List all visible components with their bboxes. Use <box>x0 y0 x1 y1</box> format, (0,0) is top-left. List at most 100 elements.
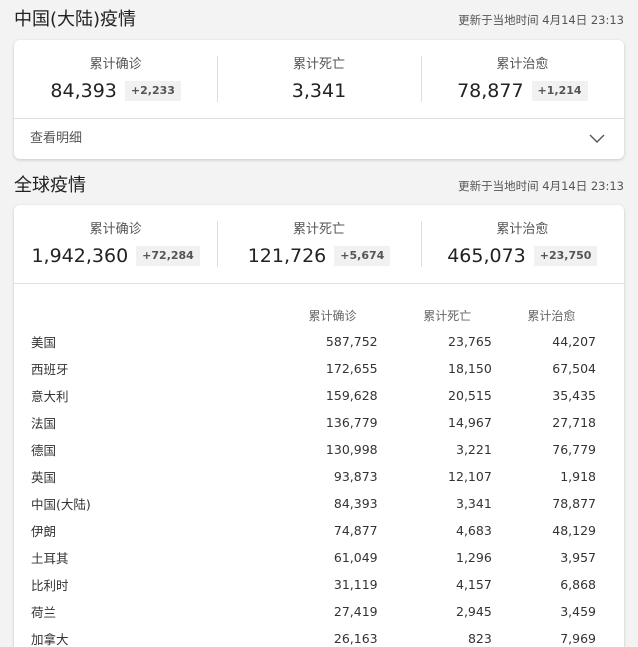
stat-value-line: 465,073 +23,750 <box>421 243 624 269</box>
confirmed-count: 587,752 <box>325 334 378 349</box>
deaths-count: 18,150 <box>448 361 492 376</box>
confirmed-count: 84,393 <box>333 496 378 511</box>
confirmed-count: 61,049 <box>333 550 378 565</box>
country-name: 伊朗 <box>31 524 57 539</box>
table-header-row: 累计确诊 累计死亡 累计治愈 <box>30 302 610 328</box>
global-stat-recovered: 累计治愈 465,073 +23,750 <box>420 205 624 283</box>
stat-delta: +2,233 <box>124 81 181 101</box>
table-row: 伊朗 74,877 4,683 48,129 <box>30 517 610 544</box>
table-row: 英国 93,873 12,107 1,918 <box>30 463 610 490</box>
recovered-count: 6,868 <box>560 577 596 592</box>
confirmed-count: 74,877 <box>333 523 378 538</box>
stat-label: 累计确诊 <box>89 222 142 237</box>
recovered-count: 76,779 <box>552 442 596 457</box>
global-title: 全球疫情 <box>14 175 86 196</box>
country-table: 累计确诊 累计死亡 累计治愈 美国 587,752 23,765 44,207 西班牙 1… <box>30 302 610 647</box>
country-name: 比利时 <box>31 578 69 593</box>
stat-delta: +72,284 <box>136 246 200 266</box>
chevron-down-icon <box>589 134 605 143</box>
confirmed-count: 31,119 <box>333 577 378 592</box>
deaths-count: 20,515 <box>448 388 492 403</box>
table-row: 比利时 31,119 4,157 6,868 <box>30 571 610 598</box>
confirmed-count: 130,998 <box>325 442 378 457</box>
recovered-count: 27,718 <box>552 415 596 430</box>
view-details-toggle[interactable]: 查看明细 <box>14 119 624 159</box>
stat-label: 累计死亡 <box>292 222 345 237</box>
stat-value: 84,393 <box>50 80 117 102</box>
confirmed-count: 159,628 <box>325 388 378 403</box>
stat-label: 累计治愈 <box>496 222 549 237</box>
stat-delta: +5,674 <box>334 246 391 266</box>
deaths-count: 12,107 <box>448 469 492 484</box>
stat-value: 3,341 <box>291 80 347 102</box>
divider <box>14 283 624 284</box>
deaths-count: 3,341 <box>456 496 492 511</box>
recovered-count: 35,435 <box>552 388 596 403</box>
recovered-count: 78,877 <box>552 496 596 511</box>
global-summary-card: 累计确诊 1,942,360 +72,284 累计死亡 121,726 +5,6… <box>14 205 624 647</box>
country-name: 中国(大陆) <box>31 497 91 512</box>
deaths-count: 14,967 <box>448 415 492 430</box>
stat-delta: +1,214 <box>531 81 588 101</box>
country-name: 法国 <box>31 416 57 431</box>
china-stat-deaths: 累计死亡 3,341 <box>217 40 420 118</box>
column-header-deaths: 累计死亡 <box>423 308 472 323</box>
deaths-count: 2,945 <box>456 604 492 619</box>
china-stat-recovered: 累计治愈 78,877 +1,214 <box>420 40 624 118</box>
table-row: 西班牙 172,655 18,150 67,504 <box>30 355 610 382</box>
view-details-label: 查看明细 <box>30 131 83 146</box>
country-table-body: 美国 587,752 23,765 44,207 西班牙 172,655 18,150 67,… <box>30 328 610 647</box>
global-stat-deaths: 累计死亡 121,726 +5,674 <box>217 205 420 283</box>
china-summary-card: 累计确诊 84,393 +2,233 累计死亡 3,341 累计治愈 78,87… <box>14 40 624 159</box>
stat-value-line: 1,942,360 +72,284 <box>14 243 217 269</box>
recovered-count: 7,969 <box>560 631 596 646</box>
recovered-count: 3,957 <box>560 550 596 565</box>
global-stats-row: 累计确诊 1,942,360 +72,284 累计死亡 121,726 +5,6… <box>14 205 624 283</box>
recovered-count: 48,129 <box>552 523 596 538</box>
country-name: 西班牙 <box>31 362 69 377</box>
recovered-count: 44,207 <box>552 334 596 349</box>
china-stats-row: 累计确诊 84,393 +2,233 累计死亡 3,341 累计治愈 78,87… <box>14 40 624 118</box>
table-row: 德国 130,998 3,221 76,779 <box>30 436 610 463</box>
global-updated-time: 更新于当地时间 4月14日 23:13 <box>458 179 624 193</box>
stat-label: 累计死亡 <box>292 57 345 72</box>
deaths-count: 4,683 <box>456 523 492 538</box>
deaths-count: 4,157 <box>456 577 492 592</box>
country-name: 加拿大 <box>31 632 69 647</box>
china-title: 中国(大陆)疫情 <box>14 9 137 30</box>
stat-label: 累计治愈 <box>496 57 549 72</box>
confirmed-count: 172,655 <box>325 361 378 376</box>
stat-value-line: 3,341 <box>217 78 420 104</box>
stat-value: 1,942,360 <box>31 245 129 267</box>
china-updated-time: 更新于当地时间 4月14日 23:13 <box>458 13 624 27</box>
confirmed-count: 136,779 <box>325 415 378 430</box>
country-name: 德国 <box>31 443 57 458</box>
deaths-count: 3,221 <box>456 442 492 457</box>
table-row: 中国(大陆) 84,393 3,341 78,877 <box>30 490 610 517</box>
recovered-count: 67,504 <box>552 361 596 376</box>
table-row: 法国 136,779 14,967 27,718 <box>30 409 610 436</box>
deaths-count: 823 <box>467 631 492 646</box>
table-row: 荷兰 27,419 2,945 3,459 <box>30 598 610 625</box>
china-header: 中国(大陆)疫情 更新于当地时间 4月14日 23:13 <box>14 8 624 32</box>
table-row: 土耳其 61,049 1,296 3,957 <box>30 544 610 571</box>
recovered-count: 3,459 <box>560 604 596 619</box>
global-header: 全球疫情 更新于当地时间 4月14日 23:13 <box>14 174 624 198</box>
table-row: 美国 587,752 23,765 44,207 <box>30 328 610 355</box>
column-header-recovered: 累计治愈 <box>527 308 576 323</box>
table-row: 意大利 159,628 20,515 35,435 <box>30 382 610 409</box>
confirmed-count: 93,873 <box>333 469 378 484</box>
column-header-country <box>30 302 286 328</box>
stat-value-line: 78,877 +1,214 <box>421 78 624 104</box>
global-stat-confirmed: 累计确诊 1,942,360 +72,284 <box>14 205 217 283</box>
deaths-count: 23,765 <box>448 334 492 349</box>
stat-delta: +23,750 <box>533 246 598 266</box>
country-name: 美国 <box>31 335 57 350</box>
recovered-count: 1,918 <box>560 469 596 484</box>
page: 中国(大陆)疫情 更新于当地时间 4月14日 23:13 累计确诊 84,393… <box>0 0 638 647</box>
stat-label: 累计确诊 <box>89 57 142 72</box>
china-stat-confirmed: 累计确诊 84,393 +2,233 <box>14 40 217 118</box>
country-name: 土耳其 <box>31 551 69 566</box>
stat-value-line: 84,393 +2,233 <box>14 78 217 104</box>
stat-value: 465,073 <box>447 245 526 267</box>
